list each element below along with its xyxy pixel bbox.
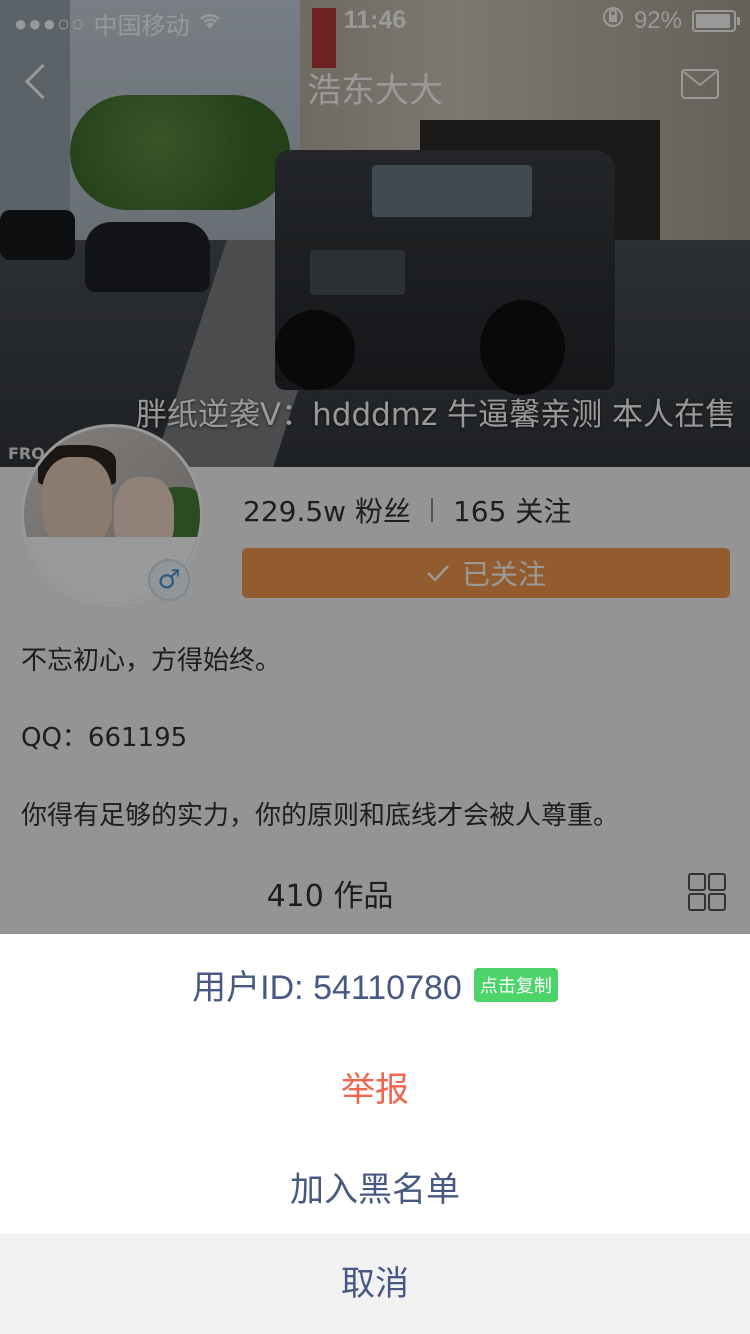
report-button[interactable]: 举报 (0, 1062, 750, 1111)
user-id-row: 用户ID: 54110780 点击复制 (0, 960, 750, 1009)
modal-backdrop[interactable] (0, 0, 750, 934)
copy-id-button[interactable]: 点击复制 (473, 967, 558, 1002)
action-sheet: 用户ID: 54110780 点击复制 举报 加入黑名单 取消 (0, 934, 750, 1334)
user-id: 用户ID: 54110780 (192, 969, 462, 1007)
cancel-button[interactable]: 取消 (0, 1234, 750, 1334)
blacklist-button[interactable]: 加入黑名单 (0, 1162, 750, 1211)
